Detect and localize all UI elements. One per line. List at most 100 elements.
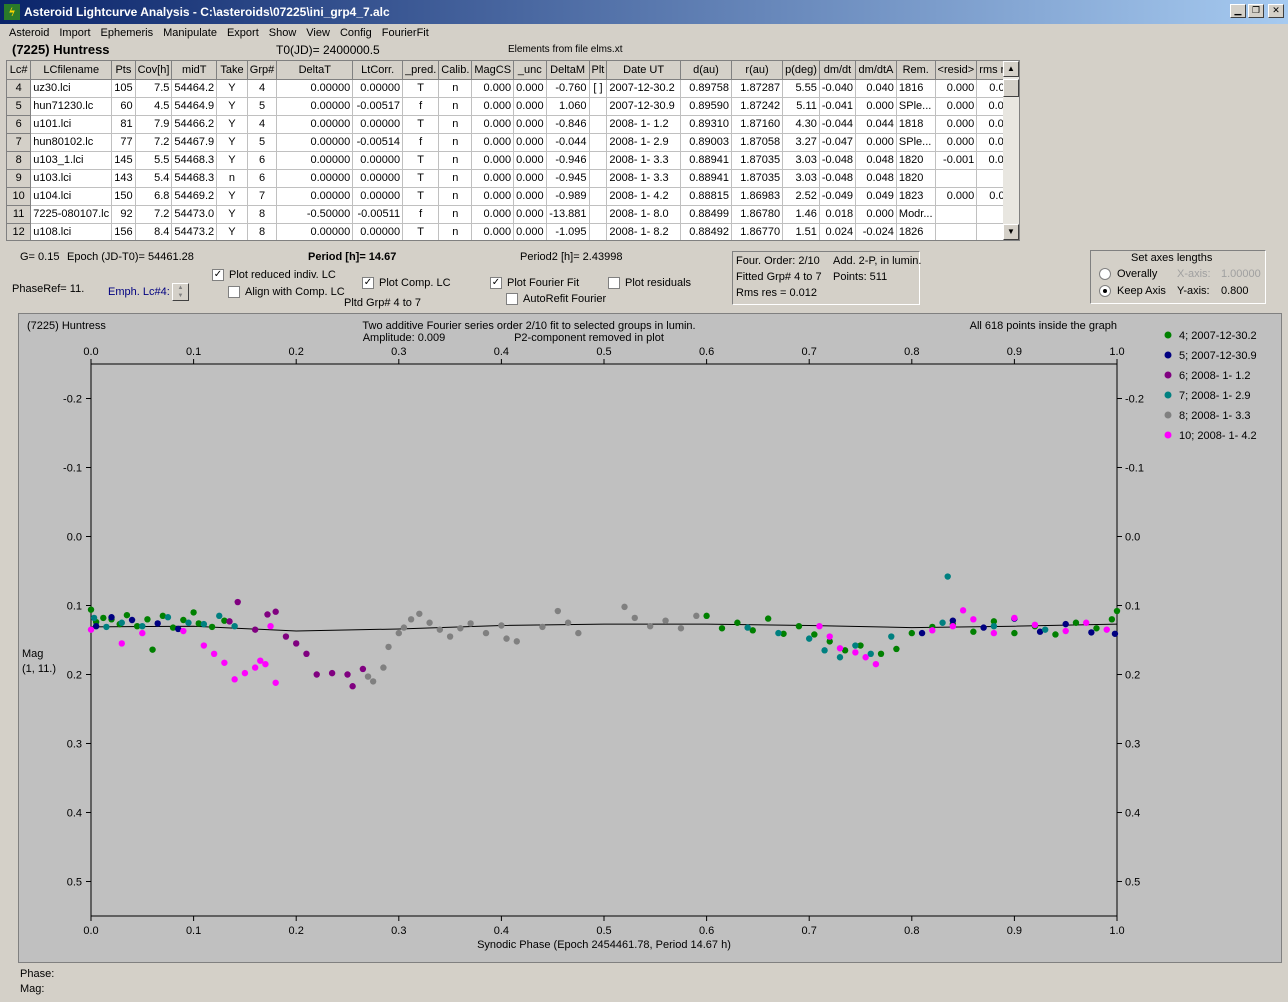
table-cell[interactable]: 2008- 1- 1.2 <box>606 115 681 134</box>
yaxis-value[interactable]: 0.800 <box>1221 285 1249 297</box>
table-cell[interactable]: 1.46 <box>782 205 820 224</box>
table-cell[interactable]: -0.024 <box>855 223 897 240</box>
table-row[interactable]: 7 hun80102.lc 77 7.2 54467.9 Y 5 0.00000 -0.0051… <box>7 133 1019 152</box>
table-cell[interactable]: u108.lci <box>30 223 113 240</box>
table-cell[interactable]: 6 <box>247 169 278 188</box>
table-cell[interactable]: 0.00000 <box>352 187 404 206</box>
table-cell[interactable]: 0.89590 <box>680 97 732 116</box>
table-cell[interactable]: T <box>402 151 440 170</box>
column-header[interactable]: Rem. <box>896 61 936 80</box>
checkbox-box[interactable]: ✓ <box>212 269 224 281</box>
column-header[interactable]: dm/dt <box>819 61 857 80</box>
menu-ephemeris[interactable]: Ephemeris <box>96 27 159 39</box>
table-cell[interactable]: n <box>438 187 473 206</box>
table-cell[interactable]: 0.00000 <box>352 79 404 98</box>
table-cell[interactable]: n <box>438 97 473 116</box>
table-cell[interactable]: Y <box>216 79 248 98</box>
table-cell[interactable]: -0.00517 <box>352 97 404 116</box>
table-cell[interactable]: 150 <box>111 187 136 206</box>
table-cell[interactable]: 1.87058 <box>731 133 784 152</box>
table-cell[interactable] <box>589 133 608 152</box>
table-cell[interactable]: u103.lci <box>30 169 113 188</box>
table-cell[interactable]: 8 <box>247 205 278 224</box>
table-cell[interactable]: n <box>438 115 473 134</box>
column-header[interactable]: dm/dtA <box>855 61 897 80</box>
column-header[interactable]: LtCorr. <box>352 61 404 80</box>
table-cell[interactable]: 156 <box>111 223 136 240</box>
menu-export[interactable]: Export <box>222 27 264 39</box>
table-cell[interactable]: 105 <box>111 79 136 98</box>
table-cell[interactable]: 1820 <box>896 151 936 170</box>
table-cell[interactable]: f <box>402 133 440 152</box>
table-cell[interactable]: 5.4 <box>135 169 173 188</box>
row-header[interactable]: 6 <box>7 115 32 134</box>
plot-fourier-checkbox[interactable]: ✓ Plot Fourier Fit <box>490 277 579 289</box>
table-cell[interactable]: u101.lci <box>30 115 113 134</box>
table-cell[interactable]: 1.86983 <box>731 187 784 206</box>
column-header[interactable]: d(au) <box>680 61 732 80</box>
table-cell[interactable]: 2.52 <box>782 187 820 206</box>
table-cell[interactable]: -0.048 <box>819 169 857 188</box>
align-comp-checkbox[interactable]: Align with Comp. LC <box>228 286 345 298</box>
table-cell[interactable]: 54467.9 <box>171 133 218 152</box>
table-cell[interactable]: hun71230.lc <box>30 97 113 116</box>
table-cell[interactable]: 0.000 <box>935 97 978 116</box>
table-row[interactable]: 12 u108.lci 156 8.4 54473.2 Y 8 0.00000 0.00000 T… <box>7 223 1019 240</box>
column-header[interactable]: Lc# <box>7 61 32 80</box>
table-cell[interactable]: 4 <box>247 79 278 98</box>
table-cell[interactable]: Y <box>216 97 248 116</box>
maximize-button[interactable]: ❐ <box>1248 4 1264 18</box>
table-cell[interactable] <box>589 115 608 134</box>
table-cell[interactable]: 6.8 <box>135 187 173 206</box>
table-cell[interactable]: 3.27 <box>782 133 820 152</box>
table-cell[interactable]: 0.000 <box>513 133 547 152</box>
table-cell[interactable]: T <box>402 187 440 206</box>
table-cell[interactable]: -0.00514 <box>352 133 404 152</box>
table-cell[interactable]: 2008- 1- 4.2 <box>606 187 681 206</box>
column-header[interactable]: _unc <box>513 61 547 80</box>
table-cell[interactable]: 7.9 <box>135 115 173 134</box>
table-cell[interactable]: 0.049 <box>855 187 897 206</box>
table-cell[interactable]: 143 <box>111 169 136 188</box>
table-cell[interactable]: 2008- 1- 3.3 <box>606 169 681 188</box>
table-cell[interactable]: 92 <box>111 205 136 224</box>
table-cell[interactable]: Y <box>216 115 248 134</box>
table-cell[interactable]: 5 <box>247 133 278 152</box>
table-cell[interactable]: 0.000 <box>935 133 978 152</box>
lightcurve-chart[interactable]: 0.0 0.0 0.1 0.1 0.2 0.2 0.3 0.3 0.4 0.4 0.5 0.5 0.6 0… <box>19 314 1283 964</box>
table-cell[interactable]: -0.945 <box>546 169 590 188</box>
table-cell[interactable]: SPle... <box>896 97 936 116</box>
column-header[interactable]: LCfilename <box>30 61 113 80</box>
table-cell[interactable] <box>589 151 608 170</box>
table-cell[interactable]: -0.040 <box>819 79 857 98</box>
table-cell[interactable]: 0.000 <box>513 97 547 116</box>
table-cell[interactable] <box>935 169 978 188</box>
table-cell[interactable] <box>589 205 608 224</box>
table-cell[interactable]: 0.048 <box>855 169 897 188</box>
scroll-thumb[interactable] <box>1003 79 1019 97</box>
table-cell[interactable]: 3.03 <box>782 151 820 170</box>
table-cell[interactable]: 0.000 <box>855 133 897 152</box>
column-header[interactable]: Grp# <box>247 61 278 80</box>
table-cell[interactable]: 54468.3 <box>171 151 218 170</box>
table-cell[interactable]: 1.87242 <box>731 97 784 116</box>
table-cell[interactable]: 54473.0 <box>171 205 218 224</box>
table-cell[interactable]: n <box>438 79 473 98</box>
table-cell[interactable]: n <box>438 223 473 240</box>
row-header[interactable]: 11 <box>7 205 32 224</box>
table-cell[interactable]: 1.87035 <box>731 151 784 170</box>
table-cell[interactable]: n <box>216 169 248 188</box>
table-cell[interactable]: 1820 <box>896 169 936 188</box>
table-cell[interactable]: 1.87035 <box>731 169 784 188</box>
table-cell[interactable]: Y <box>216 133 248 152</box>
table-cell[interactable]: 0.00000 <box>276 79 354 98</box>
scroll-up-icon[interactable]: ▲ <box>1003 61 1019 77</box>
column-header[interactable]: Take <box>216 61 248 80</box>
table-cell[interactable]: 0.88492 <box>680 223 732 240</box>
table-cell[interactable]: T <box>402 169 440 188</box>
table-cell[interactable]: 0.89003 <box>680 133 732 152</box>
menu-asteroid[interactable]: Asteroid <box>4 27 54 39</box>
table-cell[interactable]: 1.86770 <box>731 223 784 240</box>
table-cell[interactable]: 7225-080107.lc <box>30 205 113 224</box>
table-cell[interactable]: 7.5 <box>135 79 173 98</box>
